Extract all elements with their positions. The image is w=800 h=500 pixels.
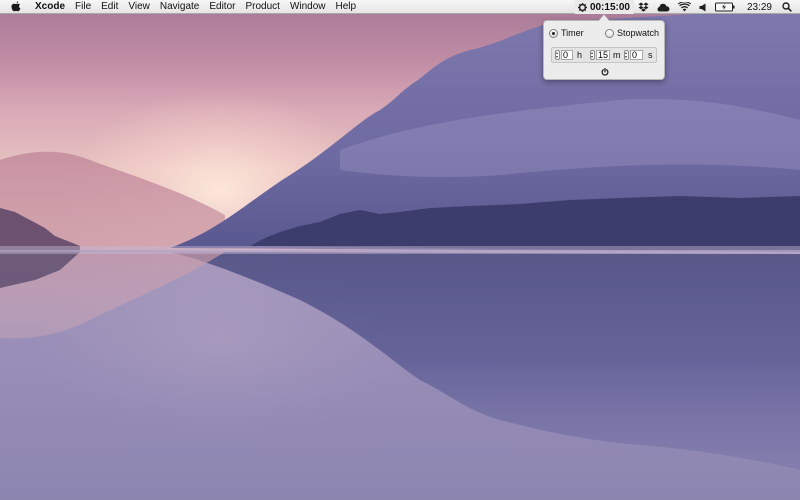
apple-logo-icon[interactable]: [9, 0, 23, 14]
menu-window[interactable]: Window: [285, 0, 331, 14]
popover-arrow: [598, 14, 610, 21]
wallpaper-landscape: [0, 8, 800, 500]
menu-file[interactable]: File: [70, 0, 96, 14]
status-menu-area: 00:15:00 23:29: [574, 0, 800, 14]
timer-readout: 00:15:00: [589, 1, 630, 13]
power-icon[interactable]: [601, 68, 609, 76]
menu-view[interactable]: View: [123, 0, 155, 14]
hours-stepper[interactable]: [555, 50, 560, 60]
menu-help[interactable]: Help: [331, 0, 362, 14]
battery-icon[interactable]: [711, 0, 739, 14]
timer-status-item[interactable]: 00:15:00: [574, 0, 634, 14]
app-menu-xcode[interactable]: Xcode: [33, 0, 70, 14]
stopwatch-radio-circle[interactable]: [605, 28, 614, 38]
mode-selector: Timer Stopwatch: [549, 27, 661, 39]
menu-edit[interactable]: Edit: [96, 0, 123, 14]
timer-radio-label[interactable]: Timer: [561, 28, 584, 38]
volume-icon[interactable]: [695, 0, 711, 14]
minutes-input[interactable]: 15: [596, 50, 610, 60]
minutes-unit-label: m: [613, 50, 621, 60]
menu-bar: Xcode File Edit View Navigate Editor Pro…: [0, 0, 800, 14]
radio-selected-dot: [552, 31, 555, 35]
cloud-icon[interactable]: [653, 0, 674, 14]
minutes-stepper[interactable]: [590, 50, 595, 60]
seconds-input[interactable]: 0: [630, 50, 643, 60]
hours-unit-label: h: [577, 50, 583, 60]
seconds-stepper[interactable]: [624, 50, 629, 60]
menu-navigate[interactable]: Navigate: [155, 0, 204, 14]
menu-editor[interactable]: Editor: [204, 0, 240, 14]
seconds-unit-label: s: [648, 50, 653, 60]
menu-product[interactable]: Product: [240, 0, 284, 14]
timer-radio-circle[interactable]: [549, 28, 558, 38]
wifi-icon[interactable]: [674, 0, 695, 14]
timer-popover: Timer Stopwatch 0 h 15 m 0 s: [543, 14, 665, 80]
gear-icon: [577, 2, 587, 12]
hours-input[interactable]: 0: [561, 50, 573, 60]
desktop: Xcode File Edit View Navigate Editor Pro…: [0, 0, 800, 500]
stopwatch-radio[interactable]: Stopwatch: [605, 27, 659, 39]
spotlight-search-icon[interactable]: [778, 0, 800, 14]
stopwatch-radio-label[interactable]: Stopwatch: [617, 28, 659, 38]
timer-radio[interactable]: Timer: [549, 27, 584, 39]
menubar-clock[interactable]: 23:29: [739, 2, 778, 13]
duration-fields: 0 h 15 m 0 s: [551, 47, 657, 63]
dropbox-icon[interactable]: [634, 0, 653, 14]
